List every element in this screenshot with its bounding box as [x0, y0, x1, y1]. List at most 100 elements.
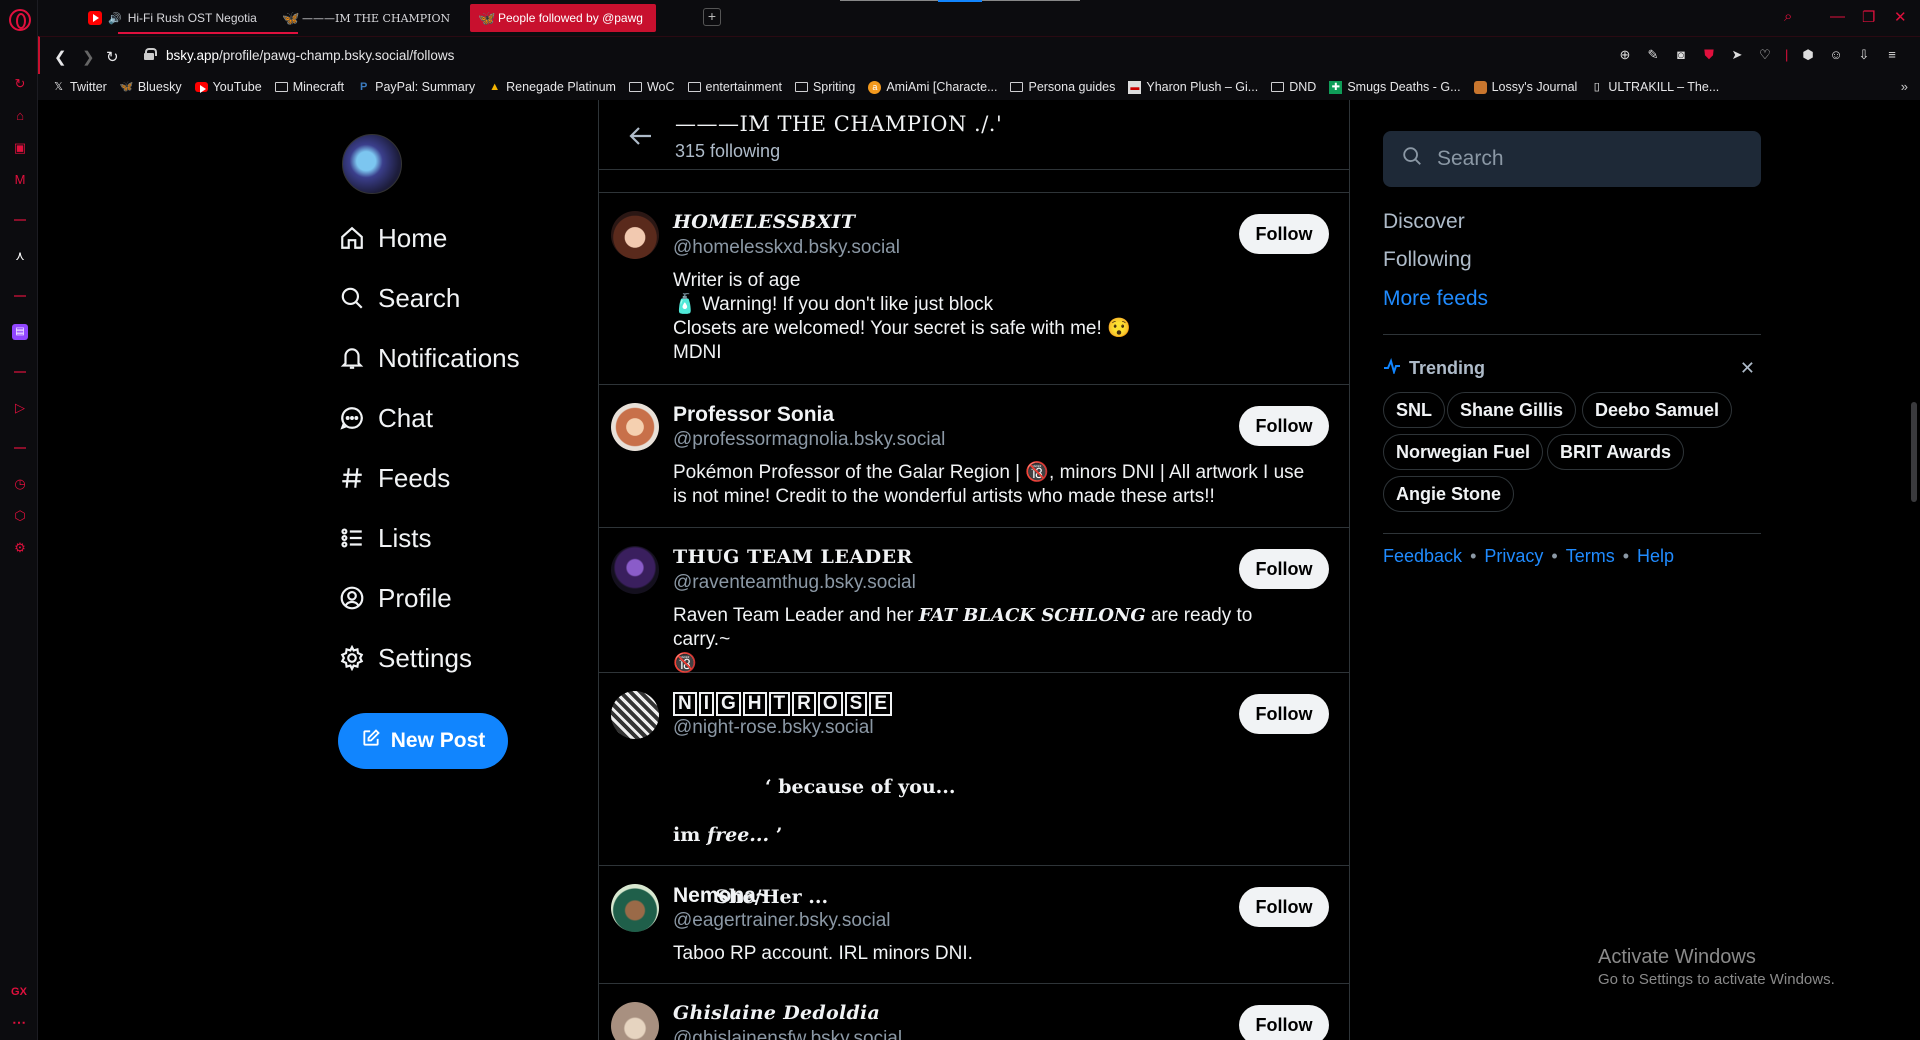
nav-feeds[interactable]: Feeds — [338, 460, 450, 496]
handle[interactable]: @night-rose.bsky.social — [673, 717, 874, 739]
camera-icon[interactable]: ◙ — [1673, 47, 1689, 63]
nav-lists[interactable]: Lists — [338, 520, 431, 556]
trending-pill[interactable]: Norwegian Fuel — [1383, 434, 1544, 470]
more-bookmarks-icon[interactable]: » — [1901, 79, 1908, 94]
help-link[interactable]: Help — [1637, 546, 1674, 567]
download-icon[interactable]: ⇩ — [1856, 47, 1872, 63]
feed-link-discover[interactable]: Discover — [1383, 210, 1465, 234]
url-field[interactable]: bsky.app/profile/pawg-champ.bsky.social/… — [166, 48, 454, 63]
history-icon[interactable]: ◷ — [12, 476, 28, 492]
nav-chat[interactable]: Chat — [338, 400, 433, 436]
back-button[interactable]: ❮ — [54, 48, 67, 66]
privacy-link[interactable]: Privacy — [1484, 546, 1543, 567]
list-item[interactable]: Nemona~ @eagertrainer.bsky.social Taboo … — [599, 866, 1349, 984]
zoom-icon[interactable]: ⊕ — [1617, 47, 1633, 63]
bookmark-item[interactable]: ▬ Yharon Plush – Gi... — [1128, 80, 1258, 94]
trending-pill[interactable]: Angie Stone — [1383, 476, 1515, 512]
gx-store-icon[interactable]: ▣ — [12, 140, 28, 156]
page-scrollbar[interactable] — [1908, 100, 1920, 1040]
follow-button[interactable]: Follow — [1239, 1005, 1329, 1040]
handle[interactable]: @raventeamthug.bsky.social — [673, 572, 916, 594]
more-icon[interactable]: ⋯ — [0, 1014, 38, 1031]
close-window-button[interactable]: ✕ — [1894, 8, 1907, 26]
handle[interactable]: @homelesskxd.bsky.social — [673, 237, 900, 259]
bookmark-item[interactable]: DND — [1271, 80, 1316, 94]
reload-button[interactable]: ↻ — [106, 48, 119, 66]
list-item[interactable]: NIGHTROSE @night-rose.bsky.social ‘ beca… — [599, 673, 1349, 908]
nav-notifications[interactable]: Notifications — [338, 340, 520, 376]
list-item[interactable]: THUG TEAM LEADER @raventeamthug.bsky.soc… — [599, 528, 1349, 674]
scrollbar-thumb[interactable] — [1911, 402, 1917, 502]
bookmark-item[interactable]: Persona guides — [1010, 80, 1115, 94]
avatar[interactable] — [611, 211, 659, 259]
forward-button[interactable]: ❯ — [82, 48, 95, 66]
settings-gear-icon[interactable]: ⚙ — [12, 540, 28, 556]
extensions-cube-icon[interactable]: ⬢ — [1800, 47, 1816, 63]
follow-button[interactable]: Follow — [1239, 694, 1329, 734]
close-icon[interactable]: ✕ — [1740, 358, 1755, 379]
list-item[interactable]: Professor Sonia @professormagnolia.bsky.… — [599, 385, 1349, 528]
list-item[interactable]: Ghislaine Dedoldia @ghislainensfw.bsky.s… — [599, 984, 1349, 1040]
menu-icon[interactable]: ≡ — [1884, 47, 1900, 63]
avatar[interactable] — [611, 403, 659, 451]
heart-icon[interactable]: ♡ — [1757, 47, 1773, 63]
nav-home[interactable]: Home — [338, 220, 447, 256]
gx-mods-icon[interactable]: M — [12, 172, 28, 188]
new-post-button[interactable]: New Post — [338, 713, 508, 769]
avatar[interactable] — [611, 1002, 659, 1040]
bookmark-item[interactable]: a AmiAmi [Characte... — [868, 80, 997, 94]
bookmark-item[interactable]: 🦋 Bluesky — [120, 80, 182, 94]
bookmark-item[interactable]: WoC — [628, 80, 675, 94]
trending-pill[interactable]: Deebo Samuel — [1582, 392, 1733, 428]
edit-icon[interactable]: ✎ — [1645, 47, 1661, 63]
avatar[interactable] — [611, 884, 659, 932]
gx-corner-icon[interactable]: ⌂ — [12, 108, 28, 124]
minimize-button[interactable]: — — [1830, 8, 1845, 25]
trending-pill[interactable]: BRIT Awards — [1547, 434, 1685, 470]
list-item[interactable]: HOMELESSBXIT @homelesskxd.bsky.social Wr… — [599, 193, 1349, 385]
feed-link-following[interactable]: Following — [1383, 248, 1472, 272]
tab-youtube[interactable]: 🔊 Hi-Fi Rush OST Negotia — [80, 4, 260, 32]
send-icon[interactable]: ➤ — [1729, 47, 1745, 63]
bookmark-item[interactable]: ▯ ULTRAKILL – The... — [1590, 80, 1719, 94]
terms-link[interactable]: Terms — [1566, 546, 1615, 567]
handle[interactable]: @professormagnolia.bsky.social — [673, 429, 945, 451]
feedback-link[interactable]: Feedback — [1383, 546, 1462, 567]
bookmark-item[interactable]: Minecraft — [274, 80, 344, 94]
avatar[interactable] — [342, 134, 402, 194]
follow-button[interactable]: Follow — [1239, 406, 1329, 446]
bookmark-item[interactable]: ▲ Renegade Platinum — [488, 80, 616, 94]
bookmark-item[interactable]: entertainment — [687, 80, 782, 94]
search-tabs-icon[interactable]: ⌕ — [1784, 8, 1792, 25]
trending-pill[interactable]: Shane Gillis — [1447, 392, 1577, 428]
handle[interactable]: @ghislainensfw.bsky.social — [673, 1028, 902, 1040]
avatar[interactable] — [611, 691, 659, 739]
follow-button[interactable]: Follow — [1239, 887, 1329, 927]
nav-settings[interactable]: Settings — [338, 640, 472, 676]
speaker-icon[interactable]: 🔊 — [108, 12, 122, 25]
twitch-icon[interactable]: ▤ — [12, 324, 28, 340]
opera-gx-logo-icon[interactable] — [9, 9, 31, 31]
tab-follows[interactable]: 🦋 People followed by @pawg — [470, 4, 656, 32]
follow-button[interactable]: Follow — [1239, 549, 1329, 589]
avatar[interactable] — [611, 546, 659, 594]
new-tab-button[interactable]: + — [703, 8, 721, 26]
bookmark-item[interactable]: ✚ Smugs Deaths - G... — [1329, 80, 1461, 94]
back-arrow-icon[interactable] — [629, 126, 653, 151]
more-feeds-link[interactable]: More feeds — [1383, 287, 1488, 311]
player-icon[interactable]: ▷ — [12, 400, 28, 416]
bookmark-item[interactable]: P PayPal: Summary — [357, 80, 475, 94]
bluesky-sidebar-icon[interactable]: ⋏ — [12, 248, 28, 264]
adblock-icon[interactable]: ⛊ — [1701, 47, 1717, 63]
bookmark-item[interactable]: Spriting — [794, 80, 855, 94]
bookmark-item[interactable]: 𝕏 Twitter — [52, 80, 107, 94]
nav-profile[interactable]: Profile — [338, 580, 452, 616]
account-icon[interactable]: ☺ — [1828, 47, 1844, 63]
lock-icon[interactable] — [144, 48, 157, 60]
follow-button[interactable]: Follow — [1239, 214, 1329, 254]
search-input[interactable]: Search — [1383, 131, 1761, 187]
handle[interactable]: @eagertrainer.bsky.social — [673, 910, 890, 932]
bookmark-item[interactable]: Lossy's Journal — [1473, 80, 1577, 94]
trending-pill[interactable]: SNL — [1383, 392, 1445, 428]
tab-profile[interactable]: 🦋 ———IM THE CHAMPION ./. — [274, 4, 454, 32]
